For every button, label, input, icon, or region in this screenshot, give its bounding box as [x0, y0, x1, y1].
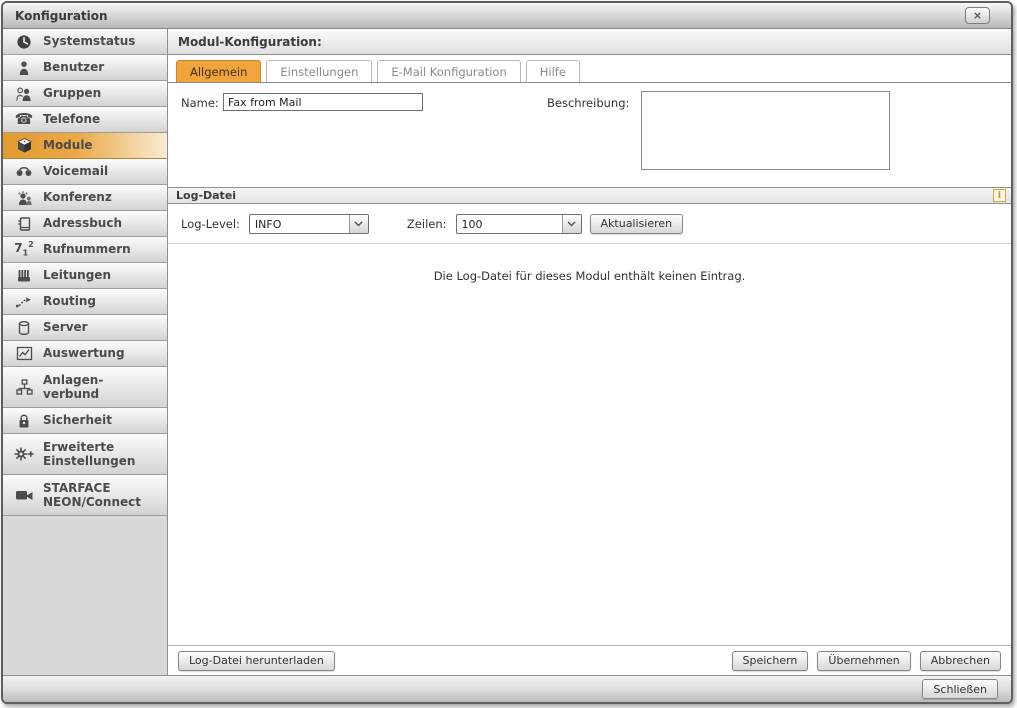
cube-icon	[10, 137, 38, 154]
sidebar-item-label: Sicherheit	[43, 413, 112, 428]
log-controls: Log-Level: INFO Zeilen: 100 Aktualisiere…	[168, 204, 1011, 244]
sidebar-item-leitungen[interactable]: Leitungen	[3, 263, 167, 289]
save-button[interactable]: Speichern	[731, 650, 809, 671]
sidebar-item-label: Rufnummern	[43, 242, 131, 257]
log-level-select[interactable]: INFO	[248, 213, 369, 234]
content-footer: Log-Datei herunterladen Speichern Überne…	[168, 645, 1011, 675]
sidebar-item-gruppen[interactable]: Gruppen	[3, 81, 167, 107]
log-content-area: Die Log-Datei für dieses Modul enthält k…	[168, 244, 1011, 645]
general-form: Name: Beschreibung:	[168, 83, 1011, 187]
refresh-button[interactable]: Aktualisieren	[589, 213, 684, 234]
apply-button[interactable]: Übernehmen	[817, 650, 911, 671]
name-input[interactable]	[223, 93, 423, 111]
sidebar-item-voicemail[interactable]: Voicemail	[3, 159, 167, 185]
sidebar-item-label: Telefone	[43, 112, 101, 127]
sidebar-item-konferenz[interactable]: Konferenz	[3, 185, 167, 211]
sidebar-item-rufnummern[interactable]: 712 Rufnummern	[3, 237, 167, 263]
conference-icon	[10, 190, 38, 206]
group-icon	[10, 86, 38, 102]
routing-icon	[10, 295, 38, 309]
server-icon	[10, 320, 38, 336]
sidebar-item-label: Erweiterte Einstellungen	[43, 439, 136, 468]
chevron-down-icon	[561, 214, 581, 233]
sidebar-item-module[interactable]: Module	[3, 133, 167, 159]
phone-icon: ☎	[14, 110, 34, 128]
clock-icon	[10, 34, 38, 50]
log-level-value: INFO	[254, 217, 282, 231]
description-textarea[interactable]	[641, 91, 890, 170]
sidebar-item-anlagenverbund[interactable]: Anlagen- verbund	[3, 367, 167, 408]
tab-bar: Allgemein Einstellungen E-Mail Konfigura…	[168, 55, 1011, 83]
sidebar-item-label: Konferenz	[43, 190, 112, 205]
numbers-icon: 712	[14, 240, 34, 258]
close-window-button[interactable]: Schließen	[922, 679, 998, 699]
sidebar-item-label: Leitungen	[43, 268, 111, 283]
chart-icon	[10, 346, 38, 361]
lines-icon	[10, 268, 38, 283]
log-section-header: Log-Datei i	[168, 187, 1011, 204]
action-buttons: Speichern Übernehmen Abbrechen	[731, 650, 1001, 671]
camera-icon	[10, 488, 38, 502]
name-label: Name:	[181, 96, 219, 110]
window-footer: Schließen	[3, 675, 1011, 702]
lock-icon	[10, 413, 38, 429]
sidebar-item-label: Module	[43, 138, 93, 153]
tab-einstellungen[interactable]: Einstellungen	[266, 60, 373, 82]
sidebar-item-label: Server	[43, 320, 88, 335]
lines-label: Zeilen:	[406, 216, 447, 231]
addressbook-icon	[10, 216, 38, 232]
voicemail-icon	[10, 165, 38, 179]
module-config-title: Modul-Konfiguration:	[178, 34, 322, 49]
sidebar-item-label: Auswertung	[43, 346, 125, 361]
sidebar-item-benutzer[interactable]: Benutzer	[3, 55, 167, 81]
sidebar-item-label: Adressbuch	[43, 216, 123, 231]
sidebar-item-label: Gruppen	[43, 86, 102, 101]
window-title: Konfiguration	[15, 8, 108, 23]
sidebar-item-starface-neon-connect[interactable]: STARFACE NEON/Connect	[3, 475, 167, 516]
chevron-down-icon	[348, 214, 368, 233]
sidebar-item-sicherheit[interactable]: Sicherheit	[3, 408, 167, 434]
main-panel: Modul-Konfiguration: Allgemein Einstellu…	[168, 29, 1011, 675]
module-config-header: Modul-Konfiguration:	[168, 29, 1011, 55]
sidebar-item-label: Benutzer	[43, 60, 105, 75]
sidebar-item-label: Routing	[43, 294, 97, 309]
log-level-label: Log-Level:	[181, 216, 240, 231]
gear-plus-icon	[10, 446, 38, 462]
log-empty-message: Die Log-Datei für dieses Modul enthält k…	[433, 269, 746, 283]
tab-allgemein[interactable]: Allgemein	[176, 60, 262, 82]
window-body: Systemstatus Benutzer Gruppen ☎ Telefone	[3, 29, 1011, 675]
info-icon[interactable]: i	[993, 189, 1006, 202]
sidebar-item-label: STARFACE NEON/Connect	[43, 480, 141, 509]
close-button[interactable]: ×	[965, 7, 990, 24]
sidebar: Systemstatus Benutzer Gruppen ☎ Telefone	[3, 29, 168, 675]
sidebar-item-adressbuch[interactable]: Adressbuch	[3, 211, 167, 237]
konfiguration-window: Konfiguration × Systemstatus Benutzer Gr…	[1, 1, 1013, 704]
sidebar-item-systemstatus[interactable]: Systemstatus	[3, 29, 167, 55]
download-log-button[interactable]: Log-Datei herunterladen	[178, 650, 335, 671]
close-icon: ×	[972, 9, 983, 22]
sidebar-item-label: Anlagen- verbund	[43, 372, 104, 401]
lines-select[interactable]: 100	[455, 213, 582, 234]
sidebar-item-label: Voicemail	[43, 164, 109, 179]
sidebar-item-auswertung[interactable]: Auswertung	[3, 341, 167, 367]
network-icon	[10, 379, 38, 395]
sidebar-item-server[interactable]: Server	[3, 315, 167, 341]
sidebar-item-label: Systemstatus	[43, 34, 136, 49]
lines-value: 100	[461, 217, 483, 231]
sidebar-item-routing[interactable]: Routing	[3, 289, 167, 315]
description-label: Beschreibung:	[547, 96, 630, 110]
tab-hilfe[interactable]: Hilfe	[525, 60, 580, 82]
sidebar-item-erweiterte-einstellungen[interactable]: Erweiterte Einstellungen	[3, 434, 167, 475]
titlebar[interactable]: Konfiguration ×	[3, 3, 1011, 29]
tab-email-konfiguration[interactable]: E-Mail Konfiguration	[377, 60, 521, 82]
user-icon	[10, 60, 38, 76]
log-section-title: Log-Datei	[176, 189, 237, 202]
sidebar-item-telefone[interactable]: ☎ Telefone	[3, 107, 167, 133]
cancel-button[interactable]: Abbrechen	[919, 650, 1001, 671]
